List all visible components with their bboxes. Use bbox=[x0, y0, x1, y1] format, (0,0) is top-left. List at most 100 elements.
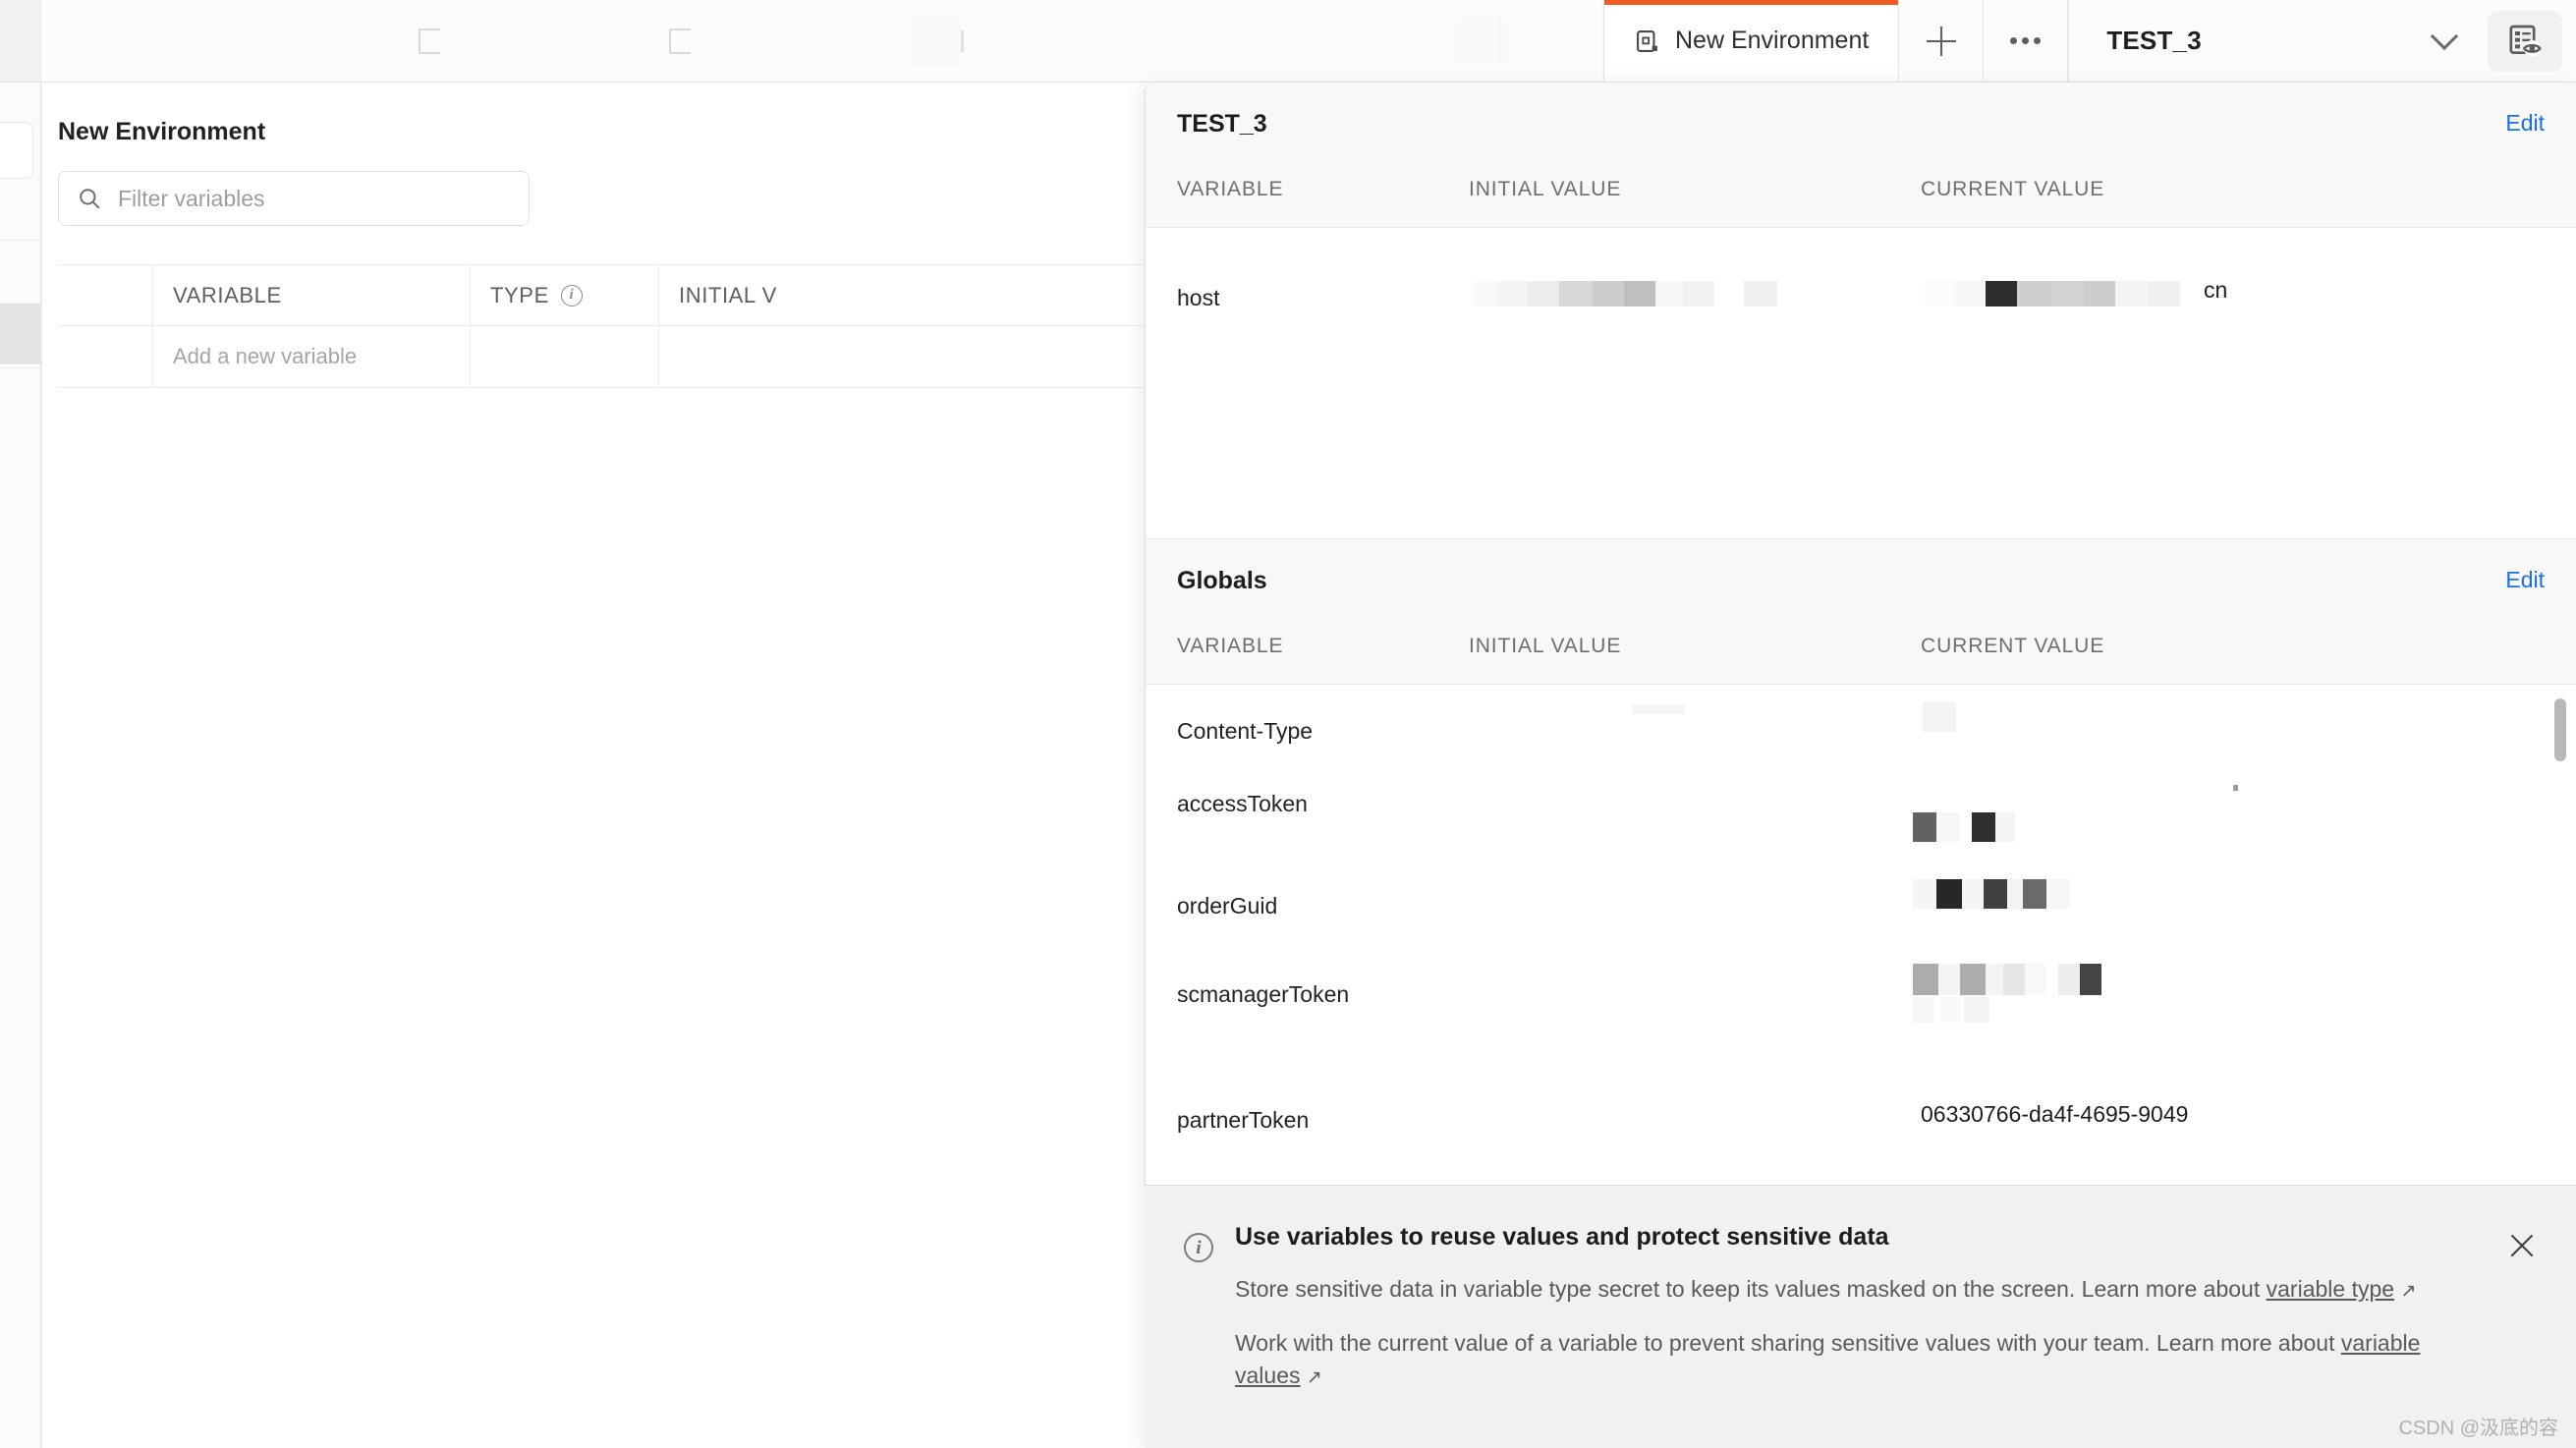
page-title: New Environment bbox=[58, 118, 266, 145]
variable-current-value[interactable] bbox=[1921, 702, 2576, 757]
request-icon bbox=[418, 28, 440, 54]
section-body-globals: Content-Type accessToken orderGuid scman… bbox=[1146, 685, 2576, 1137]
ghost-tab-4[interactable] bbox=[798, 0, 1073, 82]
redaction-block bbox=[1624, 281, 1655, 306]
ellipsis-icon bbox=[2010, 37, 2042, 44]
variable-row-content-type[interactable]: Content-Type bbox=[1146, 685, 2576, 757]
section-title: TEST_3 bbox=[1177, 110, 1267, 138]
redaction-block bbox=[2023, 879, 2046, 909]
variable-row-partner-token[interactable]: partnerToken 06330766-da4f-4695-9049 bbox=[1146, 1064, 2576, 1134]
redaction-block bbox=[1593, 281, 1624, 306]
variable-current-value[interactable] bbox=[1913, 785, 2576, 852]
close-icon[interactable] bbox=[2505, 1229, 2539, 1262]
redaction-block bbox=[1964, 997, 1989, 1023]
filter-variables-field[interactable]: Filter variables bbox=[58, 171, 530, 226]
new-variable-input[interactable]: Add a new variable bbox=[153, 326, 471, 387]
rail-divider bbox=[0, 240, 40, 241]
banner-paragraph-1: Store sensitive data in variable type se… bbox=[1235, 1273, 2443, 1306]
table-header-row: VARIABLE TYPE i INITIAL V bbox=[58, 264, 1186, 326]
redaction-block bbox=[1960, 964, 1986, 995]
table-row[interactable]: Add a new variable bbox=[58, 326, 1186, 388]
redaction-block bbox=[2007, 879, 2023, 909]
redaction-block bbox=[1956, 281, 1986, 306]
column-header-type: TYPE i bbox=[471, 265, 659, 325]
banner-text-1: Store sensitive data in variable type se… bbox=[1235, 1276, 2267, 1302]
environment-quick-look-icon bbox=[2509, 25, 2542, 57]
redaction-block bbox=[2017, 281, 2050, 306]
column-header-current-value: CURRENT VALUE bbox=[1921, 178, 2105, 200]
environment-variables-table: VARIABLE TYPE i INITIAL V Add a new vari… bbox=[58, 264, 1186, 388]
row-checkbox[interactable] bbox=[58, 326, 153, 387]
rail-divider bbox=[0, 367, 40, 368]
variable-current-value[interactable] bbox=[1913, 879, 2576, 942]
variable-row-access-token[interactable]: accessToken bbox=[1146, 757, 2576, 852]
variable-row-host[interactable]: host cn bbox=[1146, 228, 2576, 318]
variable-name: host bbox=[1177, 285, 1220, 310]
redaction-block bbox=[1473, 281, 1496, 306]
redaction-block bbox=[1986, 964, 2003, 995]
edit-link-globals[interactable]: Edit bbox=[2505, 567, 2545, 593]
rail-selected-item[interactable] bbox=[0, 304, 40, 364]
redaction-block bbox=[2115, 281, 2149, 306]
variable-type-link[interactable]: variable type bbox=[2267, 1276, 2394, 1302]
variable-current-value[interactable]: 06330766-da4f-4695-9049 bbox=[1921, 1101, 2576, 1128]
column-header-type-label: TYPE bbox=[490, 282, 549, 307]
redaction-block bbox=[1986, 281, 2017, 306]
redaction-block bbox=[2050, 281, 2084, 306]
variable-initial-value[interactable] bbox=[1469, 279, 1921, 318]
variable-initial-value[interactable] bbox=[1469, 887, 1921, 942]
environment-quick-look-button[interactable] bbox=[2488, 11, 2562, 72]
redaction-block bbox=[1923, 702, 1956, 732]
variable-row-order-guid[interactable]: orderGuid bbox=[1146, 852, 2576, 942]
redaction-block bbox=[2003, 964, 2025, 995]
redaction-block bbox=[1913, 997, 1934, 1023]
new-variable-type[interactable] bbox=[471, 326, 659, 387]
rail-strip-top bbox=[0, 0, 41, 82]
column-header-initial-value: INITIAL V bbox=[679, 282, 777, 307]
external-link-icon: ↗ bbox=[1306, 1366, 1322, 1388]
request-icon bbox=[668, 28, 691, 54]
redaction-block bbox=[1913, 879, 1936, 909]
variable-current-value-suffix: cn bbox=[2204, 277, 2228, 303]
app-root: New Environment TEST_3 New Environment F… bbox=[0, 0, 2576, 1448]
top-bar: New Environment TEST_3 bbox=[0, 0, 2576, 83]
rail-chip[interactable] bbox=[0, 122, 33, 179]
ghost-tab-5[interactable] bbox=[1073, 0, 1358, 82]
redaction-block bbox=[1913, 964, 1938, 995]
edit-link-test3[interactable]: Edit bbox=[2505, 110, 2545, 137]
inactive-tab-strip[interactable] bbox=[41, 0, 1603, 82]
new-variable-initial-value[interactable] bbox=[659, 326, 1186, 387]
variable-name: accessToken bbox=[1177, 791, 1308, 816]
column-header-current-value: CURRENT VALUE bbox=[1921, 635, 2105, 657]
column-header-initial-value: INITIAL VALUE bbox=[1469, 178, 1622, 200]
ghost-tab-3[interactable] bbox=[562, 0, 798, 82]
info-icon[interactable]: i bbox=[560, 284, 583, 306]
section-body-test3: host cn bbox=[1146, 228, 2576, 538]
section-header-test3: TEST_3 Edit VARIABLE INITIAL VALUE CURRE… bbox=[1146, 83, 2576, 228]
redaction-block bbox=[1925, 281, 1956, 306]
variable-initial-value[interactable] bbox=[1469, 975, 1921, 1064]
redaction-block bbox=[2046, 879, 2070, 909]
tab-overflow-button[interactable] bbox=[1984, 0, 2069, 82]
redaction-block bbox=[1972, 812, 1995, 842]
redaction-block bbox=[2084, 281, 2115, 306]
variable-current-value[interactable]: cn bbox=[1921, 277, 2576, 318]
ghost-tab-1[interactable] bbox=[41, 0, 297, 82]
tab-new-environment[interactable]: New Environment bbox=[1603, 0, 1900, 82]
new-tab-button[interactable] bbox=[1899, 0, 1985, 82]
banner-text-2: Work with the current value of a variabl… bbox=[1235, 1329, 2341, 1356]
variable-current-value[interactable] bbox=[1913, 964, 2576, 1064]
info-icon: i bbox=[1184, 1233, 1213, 1262]
column-select-all[interactable] bbox=[58, 265, 153, 325]
redaction-block bbox=[1683, 281, 1714, 306]
ghost-tab-2[interactable] bbox=[297, 0, 562, 82]
variable-initial-value[interactable] bbox=[1469, 785, 1921, 852]
redaction-block bbox=[1940, 997, 1962, 1023]
left-rail[interactable] bbox=[0, 83, 41, 1448]
ghost-tab-6[interactable] bbox=[1358, 0, 1603, 82]
redaction-block bbox=[1496, 281, 1528, 306]
variable-initial-value[interactable] bbox=[1469, 704, 1921, 757]
variable-row-scmanager-token[interactable]: scmanagerToken bbox=[1146, 942, 2576, 1064]
tab-placeholder-shape bbox=[906, 15, 961, 67]
environment-selector[interactable]: TEST_3 bbox=[2068, 0, 2488, 82]
